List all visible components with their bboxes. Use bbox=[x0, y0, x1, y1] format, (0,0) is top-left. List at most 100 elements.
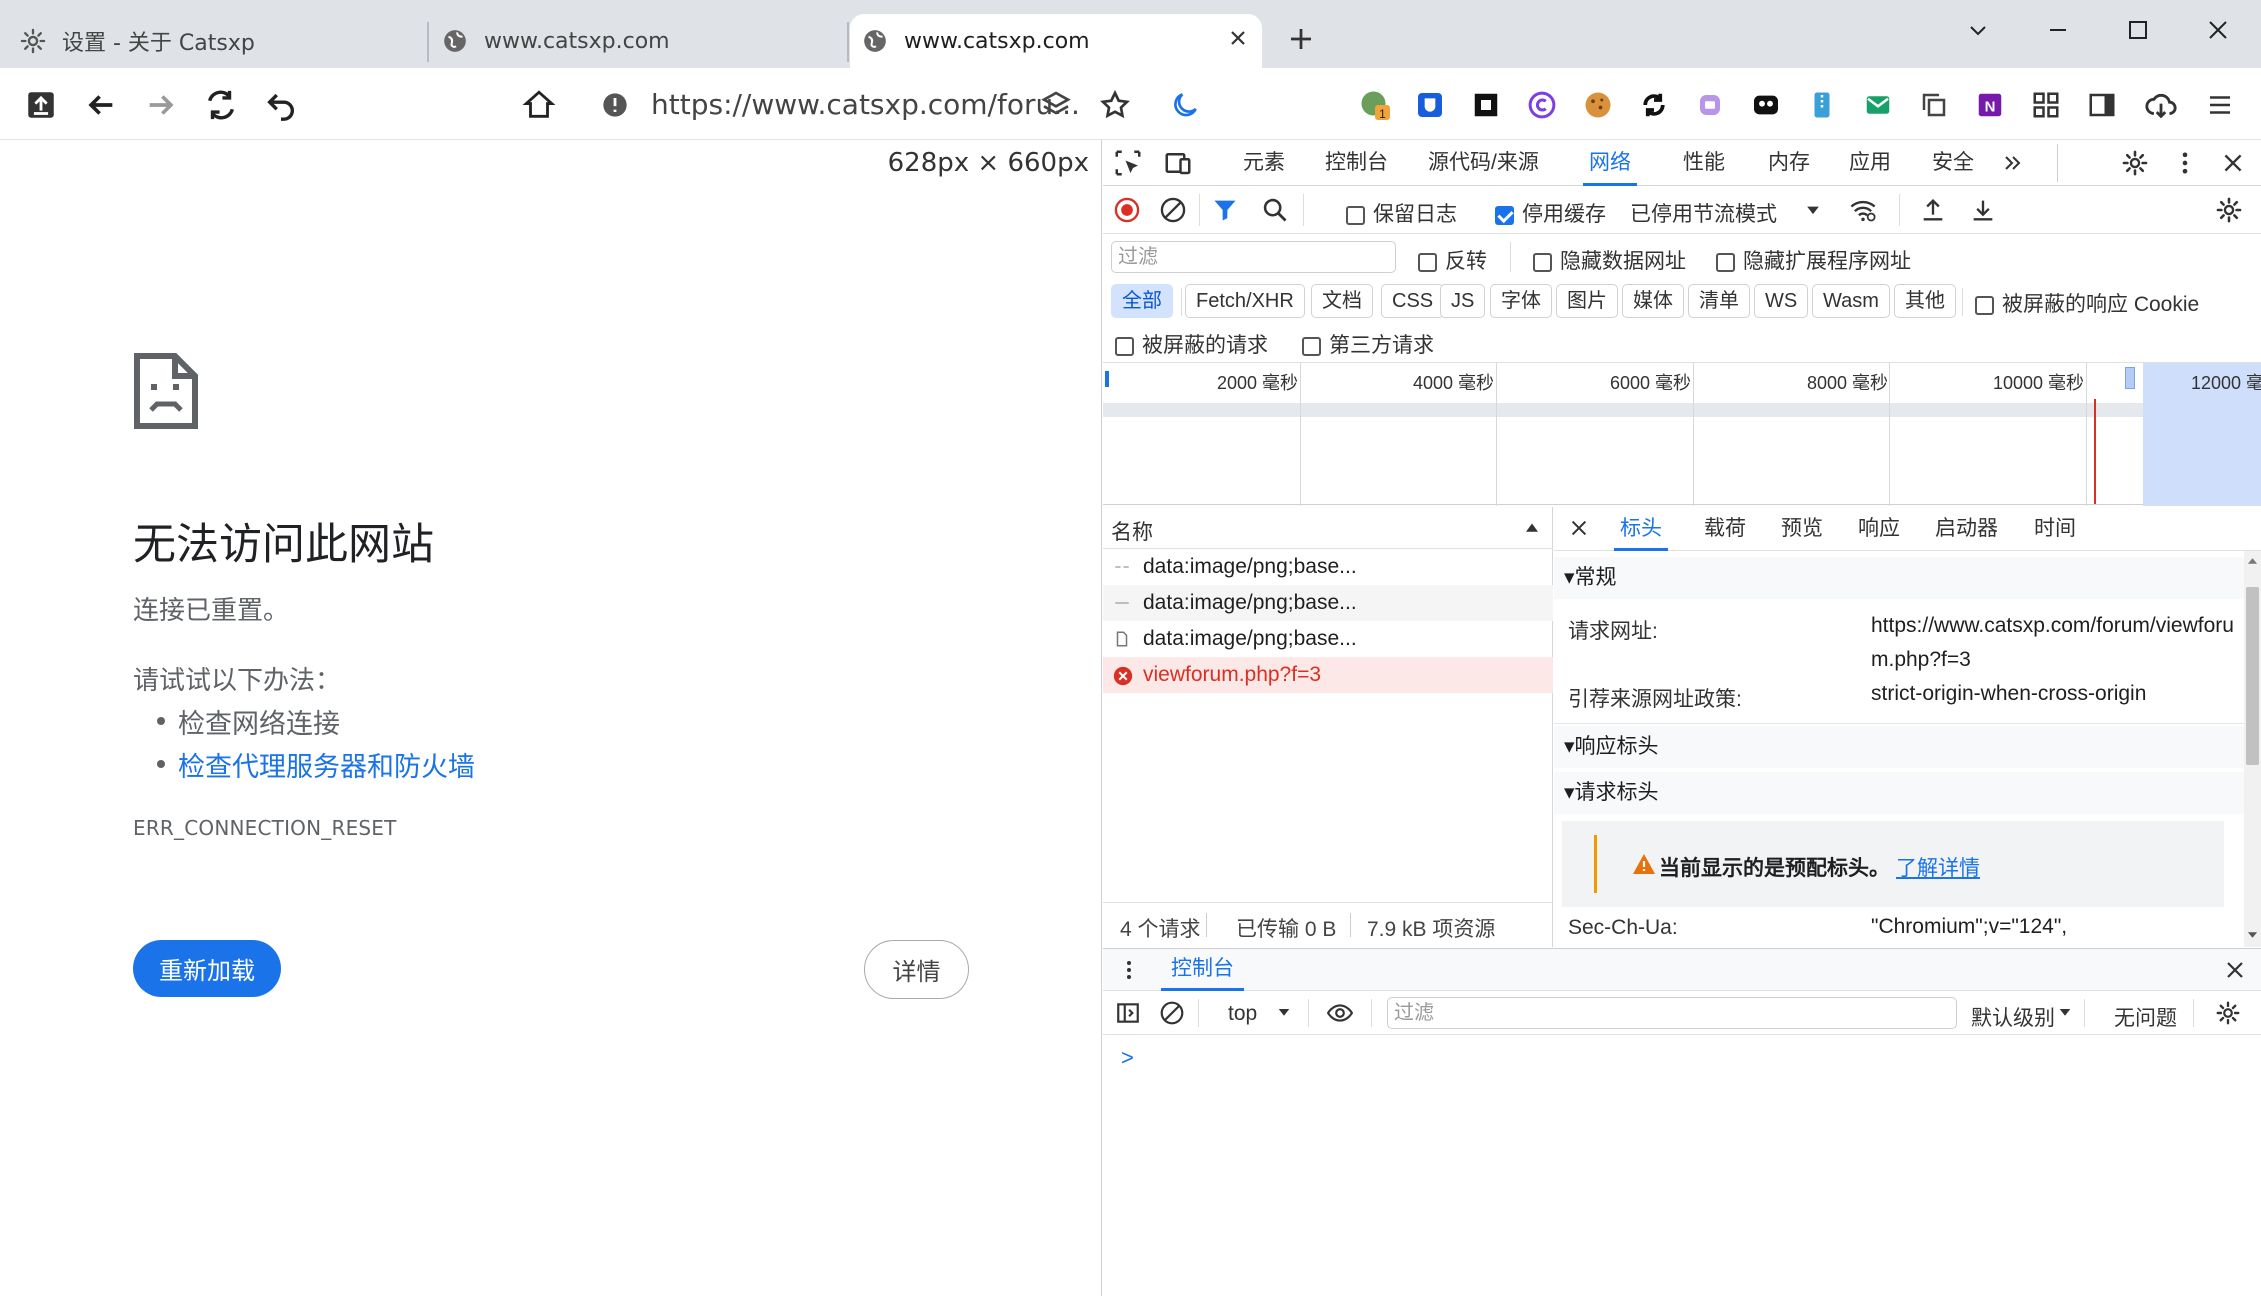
scroll-up-icon[interactable] bbox=[2247, 557, 2258, 565]
reload-button[interactable]: 重新加载 bbox=[133, 940, 281, 997]
tab-settings[interactable]: 设置 - 关于 Catsxp bbox=[18, 14, 418, 68]
minimize-button[interactable] bbox=[2028, 10, 2088, 50]
tab-security[interactable]: 安全 bbox=[1932, 140, 1974, 186]
layers-icon[interactable] bbox=[1035, 84, 1077, 126]
tab-search-chevron-down-icon[interactable] bbox=[1948, 10, 2008, 50]
forward-arrow-icon[interactable] bbox=[140, 84, 182, 126]
scroll-down-icon[interactable] bbox=[2247, 931, 2258, 939]
name-column-header[interactable]: 名称 bbox=[1111, 516, 1153, 546]
network-conditions-wifi-icon[interactable] bbox=[1848, 196, 1878, 224]
type-filter-media[interactable]: 媒体 bbox=[1622, 284, 1684, 318]
site-info-icon[interactable] bbox=[594, 84, 636, 126]
log-level-caret-icon[interactable] bbox=[2056, 1003, 2074, 1021]
request-headers-section-header[interactable]: ▾请求标头 bbox=[1554, 772, 2244, 814]
type-filter-ws[interactable]: WS bbox=[1754, 284, 1809, 318]
drawer-tab-console[interactable]: 控制台 bbox=[1161, 949, 1244, 991]
checkbox[interactable] bbox=[1346, 205, 1365, 225]
home-icon[interactable] bbox=[518, 84, 560, 126]
checkbox[interactable] bbox=[1302, 336, 1321, 356]
throttling-dropdown-caret-icon[interactable] bbox=[1803, 200, 1823, 220]
close-devtools-icon[interactable] bbox=[2220, 150, 2246, 176]
detail-tab-preview[interactable]: 预览 bbox=[1781, 507, 1823, 551]
tab-network[interactable]: 网络 bbox=[1583, 140, 1637, 186]
filter-input[interactable]: 过滤 bbox=[1111, 241, 1396, 273]
bitwarden-shield-icon[interactable] bbox=[1409, 84, 1451, 126]
night-mode-moon-icon[interactable] bbox=[1164, 84, 1206, 126]
mail-extension-icon[interactable] bbox=[1857, 84, 1899, 126]
learn-more-link[interactable]: 了解详情 bbox=[1896, 852, 1980, 882]
network-timeline-overview[interactable]: 2000 毫秒 4000 毫秒 6000 毫秒 8000 毫秒 10000 毫秒… bbox=[1103, 362, 2261, 506]
context-selector[interactable]: top bbox=[1228, 1002, 1257, 1026]
invert-checkbox[interactable]: 反转 bbox=[1418, 245, 1487, 275]
tab-application[interactable]: 应用 bbox=[1849, 140, 1891, 186]
tab-sources[interactable]: 源代码/来源 bbox=[1428, 140, 1539, 186]
detail-scrollbar[interactable] bbox=[2244, 551, 2261, 947]
type-filter-img[interactable]: 图片 bbox=[1556, 284, 1618, 318]
purple-badge-icon[interactable] bbox=[1689, 84, 1731, 126]
checkbox[interactable] bbox=[1716, 252, 1735, 272]
checkbox-checked[interactable] bbox=[1495, 205, 1514, 225]
tab-elements[interactable]: 元素 bbox=[1243, 140, 1285, 186]
type-filter-js[interactable]: JS bbox=[1440, 284, 1486, 318]
console-filter-input[interactable]: 过滤 bbox=[1387, 997, 1957, 1029]
type-filter-font[interactable]: 字体 bbox=[1490, 284, 1552, 318]
close-tab-icon[interactable] bbox=[1226, 26, 1250, 50]
new-tab-button[interactable] bbox=[1286, 24, 1316, 54]
suggestion-check-proxy-link[interactable]: 检查代理服务器和防火墙 bbox=[157, 745, 475, 784]
type-filter-wasm[interactable]: Wasm bbox=[1812, 284, 1890, 318]
filter-funnel-icon[interactable] bbox=[1211, 196, 1239, 224]
checkbox[interactable] bbox=[1418, 252, 1437, 272]
detail-tab-initiator[interactable]: 启动器 bbox=[1935, 507, 1998, 551]
response-headers-section-header[interactable]: ▾响应标头 bbox=[1554, 726, 2244, 768]
preserve-log-checkbox[interactable]: 保留日志 bbox=[1346, 198, 1457, 228]
timeline-right-handle[interactable] bbox=[2125, 367, 2135, 389]
clear-icon[interactable] bbox=[1159, 196, 1187, 224]
side-panel-icon[interactable] bbox=[2081, 84, 2123, 126]
upload-page-icon[interactable] bbox=[20, 84, 62, 126]
close-drawer-icon[interactable] bbox=[2223, 958, 2247, 982]
menu-hamburger-icon[interactable] bbox=[2199, 84, 2241, 126]
tab-catsxp-active[interactable]: www.catsxp.com bbox=[850, 14, 1262, 68]
type-filter-manifest[interactable]: 清单 bbox=[1688, 284, 1750, 318]
console-input[interactable] bbox=[1143, 1041, 2243, 1073]
sort-ascending-icon[interactable] bbox=[1523, 519, 1541, 537]
extension-badge-icon[interactable]: 1 bbox=[1354, 84, 1396, 126]
copy-extension-icon[interactable] bbox=[1913, 84, 1955, 126]
type-filter-css[interactable]: CSS bbox=[1381, 284, 1445, 318]
request-row[interactable]: data:image/png;base... bbox=[1103, 549, 1553, 585]
detail-tab-payload[interactable]: 载荷 bbox=[1704, 507, 1746, 551]
detail-tab-headers[interactable]: 标头 bbox=[1614, 507, 1668, 551]
disable-cache-checkbox[interactable]: 停用缓存 bbox=[1495, 198, 1606, 228]
general-section-header[interactable]: ▾常规 bbox=[1554, 557, 2244, 599]
network-settings-gear-icon[interactable] bbox=[2215, 196, 2243, 224]
tab-console[interactable]: 控制台 bbox=[1325, 140, 1388, 186]
inspect-element-icon[interactable] bbox=[1113, 148, 1143, 178]
zip-extension-icon[interactable] bbox=[1801, 84, 1843, 126]
issues-counter[interactable]: 无问题 bbox=[2114, 1002, 2177, 1032]
third-party-checkbox[interactable]: 第三方请求 bbox=[1302, 329, 1434, 359]
details-button[interactable]: 详情 bbox=[864, 940, 969, 999]
mask-extension-icon[interactable] bbox=[1745, 84, 1787, 126]
drawer-menu-kebab-icon[interactable] bbox=[1117, 958, 1141, 982]
maximize-button[interactable] bbox=[2108, 10, 2168, 50]
clear-console-icon[interactable] bbox=[1159, 1000, 1185, 1026]
record-stop-icon[interactable] bbox=[1113, 196, 1141, 224]
hide-extension-urls-checkbox[interactable]: 隐藏扩展程序网址 bbox=[1716, 245, 1911, 275]
onenote-icon[interactable]: N bbox=[1969, 84, 2011, 126]
sync-extension-icon[interactable] bbox=[1633, 84, 1675, 126]
search-icon[interactable] bbox=[1261, 196, 1289, 224]
more-tabs-chevron-icon[interactable] bbox=[2001, 151, 2025, 175]
tab-performance[interactable]: 性能 bbox=[1683, 140, 1725, 186]
export-har-download-icon[interactable] bbox=[1969, 196, 1997, 224]
checkbox[interactable] bbox=[1533, 252, 1552, 272]
console-sidebar-icon[interactable] bbox=[1115, 1000, 1141, 1026]
detail-tab-timing[interactable]: 时间 bbox=[2034, 507, 2076, 551]
console-prompt-chevron-icon[interactable]: > bbox=[1121, 1045, 1134, 1071]
type-filter-other[interactable]: 其他 bbox=[1894, 284, 1956, 318]
close-window-button[interactable] bbox=[2188, 10, 2248, 50]
device-toolbar-icon[interactable] bbox=[1163, 148, 1193, 178]
request-row-error[interactable]: viewforum.php?f=3 bbox=[1103, 657, 1553, 693]
tab-catsxp-1[interactable]: www.catsxp.com bbox=[440, 14, 840, 68]
scrollbar-thumb[interactable] bbox=[2246, 587, 2259, 765]
checkbox[interactable] bbox=[1115, 336, 1134, 356]
